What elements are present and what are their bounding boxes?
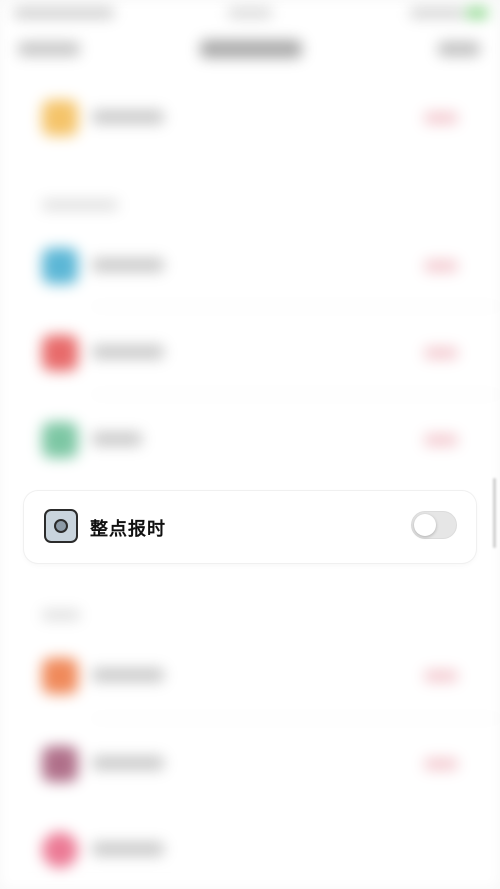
hourly-chime-setting-card[interactable]: 整点报时 xyxy=(24,491,476,563)
list-item[interactable] xyxy=(0,734,500,794)
status-tag xyxy=(424,112,458,124)
hourly-chime-toggle[interactable] xyxy=(411,511,457,539)
divider xyxy=(92,394,500,395)
toggle-knob[interactable] xyxy=(414,514,436,536)
status-signal xyxy=(410,8,464,18)
page-title xyxy=(200,40,302,58)
blurred-background xyxy=(0,0,500,889)
watch-face-icon xyxy=(44,509,78,543)
list-item[interactable] xyxy=(0,646,500,706)
list-item-label xyxy=(92,110,164,124)
list-item[interactable] xyxy=(0,88,500,148)
status-center xyxy=(228,8,272,18)
app-icon xyxy=(42,335,78,371)
list-item-label xyxy=(92,842,164,856)
app-icon xyxy=(42,100,78,136)
app-icon xyxy=(42,422,78,458)
status-tag xyxy=(424,434,458,446)
list-item-label xyxy=(92,432,142,446)
list-item[interactable] xyxy=(0,820,500,880)
list-item-label xyxy=(92,756,164,770)
list-item-label xyxy=(92,668,164,682)
status-time xyxy=(14,8,114,18)
app-icon xyxy=(42,658,78,694)
nav-bar xyxy=(0,34,500,70)
divider xyxy=(92,718,500,719)
setting-label: 整点报时 xyxy=(90,519,166,540)
status-tag xyxy=(424,260,458,272)
app-icon xyxy=(42,248,78,284)
list-item[interactable] xyxy=(0,323,500,383)
app-icon xyxy=(42,746,78,782)
list-item[interactable] xyxy=(0,236,500,296)
status-tag xyxy=(424,347,458,359)
section-header xyxy=(42,200,118,210)
list-item[interactable] xyxy=(0,410,500,470)
status-tag xyxy=(424,670,458,682)
list-item-label xyxy=(92,258,164,272)
battery-icon xyxy=(466,8,488,18)
status-bar xyxy=(0,4,500,26)
section-header xyxy=(42,610,80,620)
app-icon xyxy=(42,832,78,868)
watch-dot-icon xyxy=(54,519,68,533)
nav-action-button[interactable] xyxy=(438,42,480,56)
status-tag xyxy=(424,758,458,770)
back-button[interactable] xyxy=(18,42,80,56)
scrollbar[interactable] xyxy=(493,478,496,548)
list-item-label xyxy=(92,345,164,359)
divider xyxy=(92,306,500,307)
